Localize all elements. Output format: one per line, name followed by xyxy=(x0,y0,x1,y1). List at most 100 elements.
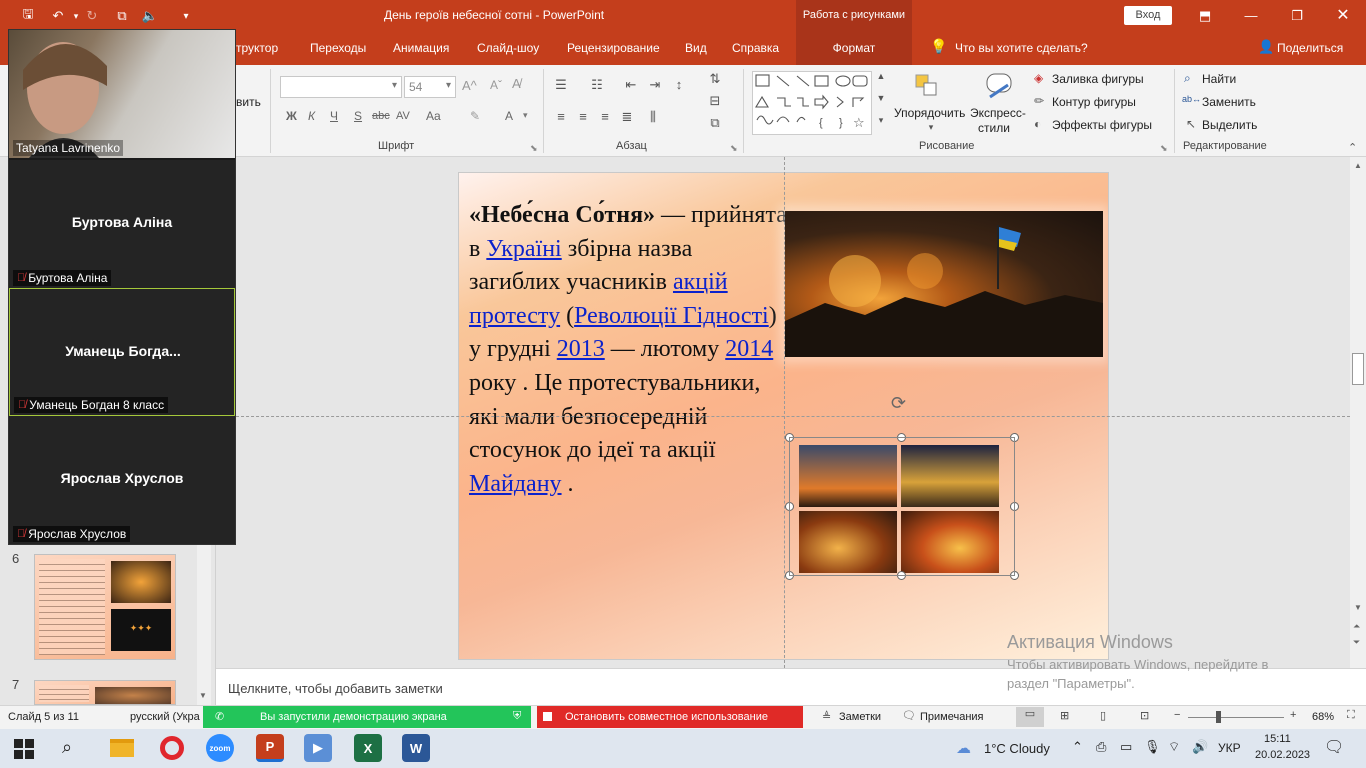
highlight-icon[interactable]: ✎ xyxy=(470,109,480,123)
notes-placeholder[interactable]: Щелкните, чтобы добавить заметки xyxy=(228,681,443,696)
font-dialog-launcher-icon[interactable]: ⬊ xyxy=(530,143,538,154)
arrange-icon[interactable] xyxy=(912,73,942,101)
battery-icon[interactable]: ▭ xyxy=(1120,739,1132,755)
arrange-dropdown-icon[interactable]: ▾ xyxy=(922,122,940,133)
find-button[interactable]: Найти xyxy=(1202,72,1236,86)
save-icon[interactable]: 🖫 xyxy=(18,6,38,26)
slide-thumbnail[interactable]: ✦✦✦ xyxy=(34,554,176,660)
fit-to-window-icon[interactable]: ⛶ xyxy=(1347,709,1355,722)
participant-tile-active-speaker[interactable]: Уманець Богда... 🎙̸ Уманець Богдан 8 клас… xyxy=(9,288,235,416)
tab-view[interactable]: Вид xyxy=(685,41,707,55)
shapes-gallery[interactable]: {} ☆ xyxy=(752,71,872,135)
font-color-icon[interactable]: A xyxy=(505,109,513,123)
justify-icon[interactable]: ≣ xyxy=(618,109,636,125)
hyperlink[interactable]: Майдану xyxy=(469,471,562,497)
tab-format[interactable]: Формат xyxy=(796,32,912,65)
excel-icon[interactable]: X xyxy=(354,734,382,762)
speaker-icon[interactable]: 🔈 xyxy=(140,6,160,26)
tell-me-search[interactable]: Что вы хотите сделать? xyxy=(955,41,1088,55)
italic-button[interactable]: К xyxy=(308,109,315,123)
volume-icon[interactable]: 🔊 xyxy=(1192,739,1208,755)
drawing-dialog-launcher-icon[interactable]: ⬊ xyxy=(1160,143,1168,154)
clear-format-icon[interactable]: A̸ xyxy=(512,76,521,91)
redo-icon[interactable]: ↻ xyxy=(82,6,102,26)
font-name-combo[interactable]: ▾ xyxy=(280,76,402,98)
weather-text[interactable]: 1°C Cloudy xyxy=(984,741,1050,756)
find-icon[interactable]: ⌕ xyxy=(1184,71,1191,86)
microphone-icon[interactable]: 🎙 xyxy=(1144,739,1161,755)
slide-body-text[interactable]: «Небе́сна Со́тня» — прийнята в Україні з… xyxy=(469,199,789,501)
undo-icon[interactable]: ↶ xyxy=(48,6,68,26)
word-icon[interactable]: W xyxy=(402,734,430,762)
paste-label-fragment[interactable]: вить xyxy=(236,95,261,109)
quick-styles-icon[interactable] xyxy=(984,71,1016,101)
line-spacing-icon[interactable]: ↕ xyxy=(670,77,688,92)
comments-button[interactable]: Примечания xyxy=(920,711,984,723)
self-video[interactable]: Tatyana Lavrinenko xyxy=(9,30,235,158)
clock-date[interactable]: 20.02.2023 xyxy=(1255,749,1310,761)
scroll-up-icon[interactable]: ▲ xyxy=(1354,161,1362,170)
scroll-down-icon[interactable]: ▼ xyxy=(1354,603,1362,612)
collapse-ribbon-icon[interactable]: ⌃ xyxy=(1348,141,1357,154)
clock-time[interactable]: 15:11 xyxy=(1264,733,1291,745)
close-icon[interactable]: ✕ xyxy=(1328,6,1358,26)
signin-button[interactable]: Вход xyxy=(1124,6,1172,25)
input-language[interactable]: УКР xyxy=(1218,741,1241,755)
scroll-down-icon[interactable]: ▼ xyxy=(199,691,207,700)
zoom-out-icon[interactable]: − xyxy=(1174,709,1180,721)
zoom-level[interactable]: 68% xyxy=(1312,711,1334,723)
select-button[interactable]: Выделить xyxy=(1202,118,1257,132)
notes-toggle-button[interactable]: Заметки xyxy=(839,711,881,723)
show-hidden-icons-icon[interactable]: ⌃ xyxy=(1072,739,1083,755)
tab-help[interactable]: Справка xyxy=(732,41,779,55)
media-player-icon[interactable]: ▶ xyxy=(304,734,332,762)
change-case-button[interactable]: Aa xyxy=(426,109,441,123)
smartart-icon[interactable]: ⧉ xyxy=(706,115,724,131)
shape-outline-button[interactable]: Контур фигуры xyxy=(1052,95,1136,109)
quick-styles-button-line2[interactable]: стили xyxy=(978,121,1010,135)
numbering-icon[interactable]: ☷ xyxy=(588,77,606,93)
powerpoint-icon[interactable]: P xyxy=(256,734,284,762)
align-text-icon[interactable]: ⊟ xyxy=(706,93,724,109)
replace-button[interactable]: Заменить xyxy=(1202,95,1256,109)
shrink-font-icon[interactable]: Aˇ xyxy=(490,78,502,92)
hyperlink[interactable]: Україні xyxy=(486,236,561,262)
select-icon[interactable]: ↖ xyxy=(1186,117,1196,131)
strikethrough-button[interactable]: abc xyxy=(372,110,390,122)
notes-toggle-icon[interactable]: ≜ xyxy=(822,710,831,723)
wifi-icon[interactable]: ⌔ xyxy=(1168,739,1180,755)
shape-outline-icon[interactable]: ✏ xyxy=(1034,94,1044,108)
tab-transitions[interactable]: Переходы xyxy=(310,41,366,55)
scrollbar-thumb[interactable] xyxy=(1352,353,1364,385)
paragraph-dialog-launcher-icon[interactable]: ⬊ xyxy=(730,143,738,154)
notifications-icon[interactable]: 🗨 xyxy=(1324,737,1344,757)
presenter-icon[interactable]: ⧉ xyxy=(112,6,132,26)
rotate-handle-icon[interactable]: ⟳ xyxy=(891,393,906,414)
align-center-icon[interactable]: ≡ xyxy=(574,109,592,124)
align-right-icon[interactable]: ≡ xyxy=(596,109,614,124)
language-indicator[interactable]: русский (Укра xyxy=(130,711,200,723)
next-slide-icon[interactable]: ⏷ xyxy=(1353,637,1360,648)
gallery-down-icon[interactable]: ▼ xyxy=(872,93,890,103)
align-left-icon[interactable]: ≡ xyxy=(552,109,570,124)
underline-button[interactable]: Ч xyxy=(330,109,338,123)
arrange-button[interactable]: Упорядочить xyxy=(894,106,965,120)
slide-sorter-icon[interactable]: ⊞ xyxy=(1060,709,1069,722)
slideshow-icon[interactable]: ⊡ xyxy=(1140,709,1149,722)
text-direction-icon[interactable]: ⇅ xyxy=(706,71,724,87)
vertical-scrollbar[interactable]: ▲ ▼ ⏶ ⏷ xyxy=(1350,157,1366,668)
tab-animation[interactable]: Анимация xyxy=(393,41,449,55)
tab-design[interactable]: труктор xyxy=(236,41,278,55)
bullets-icon[interactable]: ☰ xyxy=(552,77,570,93)
opera-icon[interactable] xyxy=(158,734,186,762)
restore-icon[interactable]: ❐ xyxy=(1282,6,1312,26)
slide-thumbnail[interactable] xyxy=(34,680,176,705)
ribbon-display-options-icon[interactable]: ⬒ xyxy=(1190,6,1220,26)
columns-icon[interactable]: ⫼ xyxy=(644,109,662,125)
normal-view-icon[interactable]: ▭ xyxy=(1016,707,1044,727)
search-icon[interactable]: ⌕ xyxy=(62,737,72,758)
participant-tile[interactable]: Ярослав Хруслов 🎙̸ Ярослав Хруслов xyxy=(9,416,235,544)
maidan-barricade-photo[interactable] xyxy=(785,211,1103,357)
reading-view-icon[interactable]: ▯ xyxy=(1100,709,1106,722)
font-color-dropdown-icon[interactable]: ▾ xyxy=(523,110,528,121)
